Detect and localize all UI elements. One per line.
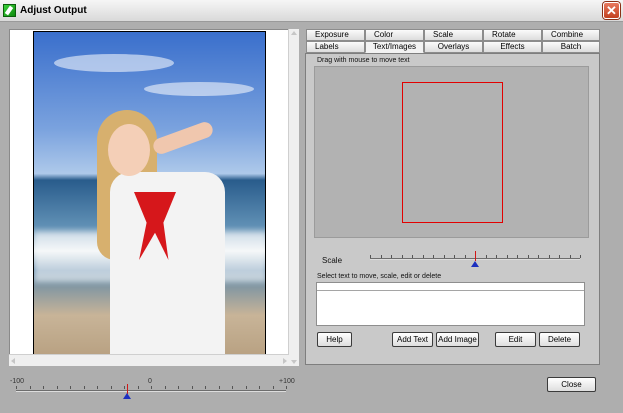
slider-tick <box>496 255 497 258</box>
slider-tick <box>84 386 85 389</box>
select-hint: Select text to move, scale, edit or dele… <box>317 273 442 280</box>
slider-tick <box>391 255 392 258</box>
tab-effects[interactable]: Effects <box>483 41 542 53</box>
tab-combine[interactable]: Combine <box>542 29 600 41</box>
slider-tick <box>507 255 508 258</box>
slider-tick <box>580 255 581 258</box>
slider-tick <box>486 255 487 258</box>
slider-tick <box>381 255 382 258</box>
slider-tick <box>570 255 571 258</box>
help-button[interactable]: Help <box>317 332 352 347</box>
tab-exposure[interactable]: Exposure <box>306 29 365 41</box>
slider-tick <box>246 386 247 389</box>
edit-button[interactable]: Edit <box>495 332 536 347</box>
app-icon <box>3 4 16 17</box>
text-position-canvas[interactable] <box>314 66 589 238</box>
slider-tick <box>111 386 112 389</box>
scroll-left-icon[interactable] <box>11 358 15 364</box>
tab-labels[interactable]: Labels <box>306 41 365 53</box>
text-items-list[interactable] <box>316 282 585 326</box>
slider-tick <box>70 386 71 389</box>
window-title: Adjust Output <box>20 5 87 16</box>
preview-vertical-scrollbar[interactable] <box>288 29 299 366</box>
delete-button[interactable]: Delete <box>539 332 580 347</box>
slider-tick <box>402 255 403 258</box>
slider-tick <box>454 255 455 258</box>
slider-tick <box>192 386 193 389</box>
slider-tick <box>232 386 233 389</box>
scale-slider-needle <box>475 251 476 261</box>
tab-text-images[interactable]: Text/Images <box>365 41 424 53</box>
tab-scale[interactable]: Scale <box>424 29 483 41</box>
slider-tick <box>517 255 518 258</box>
slider-tick <box>538 255 539 258</box>
close-window-icon[interactable]: ✕ <box>603 2 620 19</box>
add-text-button[interactable]: Add Text <box>392 332 433 347</box>
slider-tick <box>178 386 179 389</box>
slider-tick <box>165 386 166 389</box>
slider-tick <box>444 255 445 258</box>
list-item[interactable] <box>317 283 584 291</box>
slider-tick <box>412 255 413 258</box>
tab-rotate[interactable]: Rotate <box>483 29 542 41</box>
tab-overlays[interactable]: Overlays <box>424 41 483 53</box>
slider-tick <box>549 255 550 258</box>
slider-tick <box>97 386 98 389</box>
scale-slider-thumb-icon[interactable] <box>471 261 479 267</box>
add-image-button[interactable]: Add Image <box>436 332 479 347</box>
slider-tick <box>465 255 466 258</box>
slider-tick <box>124 386 125 389</box>
scroll-right-icon[interactable] <box>283 358 287 364</box>
scroll-down-icon[interactable] <box>291 360 297 364</box>
slider-tick <box>151 386 152 389</box>
tab-color[interactable]: Color <box>365 29 424 41</box>
preview-horizontal-scrollbar[interactable] <box>9 354 289 366</box>
slider-tick <box>273 386 274 389</box>
slider-tick <box>205 386 206 389</box>
close-button[interactable]: Close <box>547 377 596 392</box>
title-bar: Adjust Output ✕ <box>0 0 623 22</box>
slider-tick <box>286 386 287 389</box>
preview-slider-track[interactable] <box>16 390 286 392</box>
preview-photo <box>33 31 266 355</box>
slider-tick <box>259 386 260 389</box>
slider-tick <box>219 386 220 389</box>
slider-tick <box>30 386 31 389</box>
text-selection-frame[interactable] <box>402 82 503 223</box>
slider-tick <box>138 386 139 389</box>
slider-tick <box>528 255 529 258</box>
slider-tick <box>16 386 17 389</box>
slider-max-label: +100 <box>279 378 295 385</box>
scale-label: Scale <box>322 256 343 265</box>
slider-tick <box>43 386 44 389</box>
preview-slider-thumb-icon[interactable] <box>123 393 131 399</box>
preview-panel <box>9 29 299 366</box>
slider-tick <box>423 255 424 258</box>
slider-tick <box>559 255 560 258</box>
scroll-up-icon[interactable] <box>291 31 297 35</box>
slider-tick <box>370 255 371 258</box>
slider-tick <box>57 386 58 389</box>
slider-mid-label: 0 <box>148 378 152 385</box>
slider-tick <box>433 255 434 258</box>
slider-min-label: -100 <box>10 378 25 385</box>
drag-hint: Drag with mouse to move text <box>317 57 410 64</box>
tab-batch[interactable]: Batch <box>542 41 600 53</box>
